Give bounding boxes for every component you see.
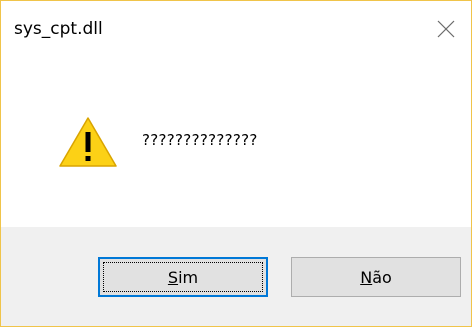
message-dialog: sys_cpt.dll ?????????????? Sim Não (0, 0, 472, 327)
close-icon (437, 20, 455, 38)
yes-button-label: Sim (167, 267, 199, 287)
dialog-title: sys_cpt.dll (14, 19, 103, 39)
no-button-label: Não (360, 267, 392, 287)
no-button[interactable]: Não (291, 257, 461, 297)
button-bar: Sim Não (1, 227, 471, 326)
title-bar: sys_cpt.dll (1, 1, 471, 51)
warning-icon (59, 117, 117, 167)
yes-button[interactable]: Sim (98, 257, 268, 297)
dialog-content: ?????????????? (1, 51, 471, 227)
dialog-message: ?????????????? (142, 131, 258, 149)
close-button[interactable] (429, 13, 463, 45)
